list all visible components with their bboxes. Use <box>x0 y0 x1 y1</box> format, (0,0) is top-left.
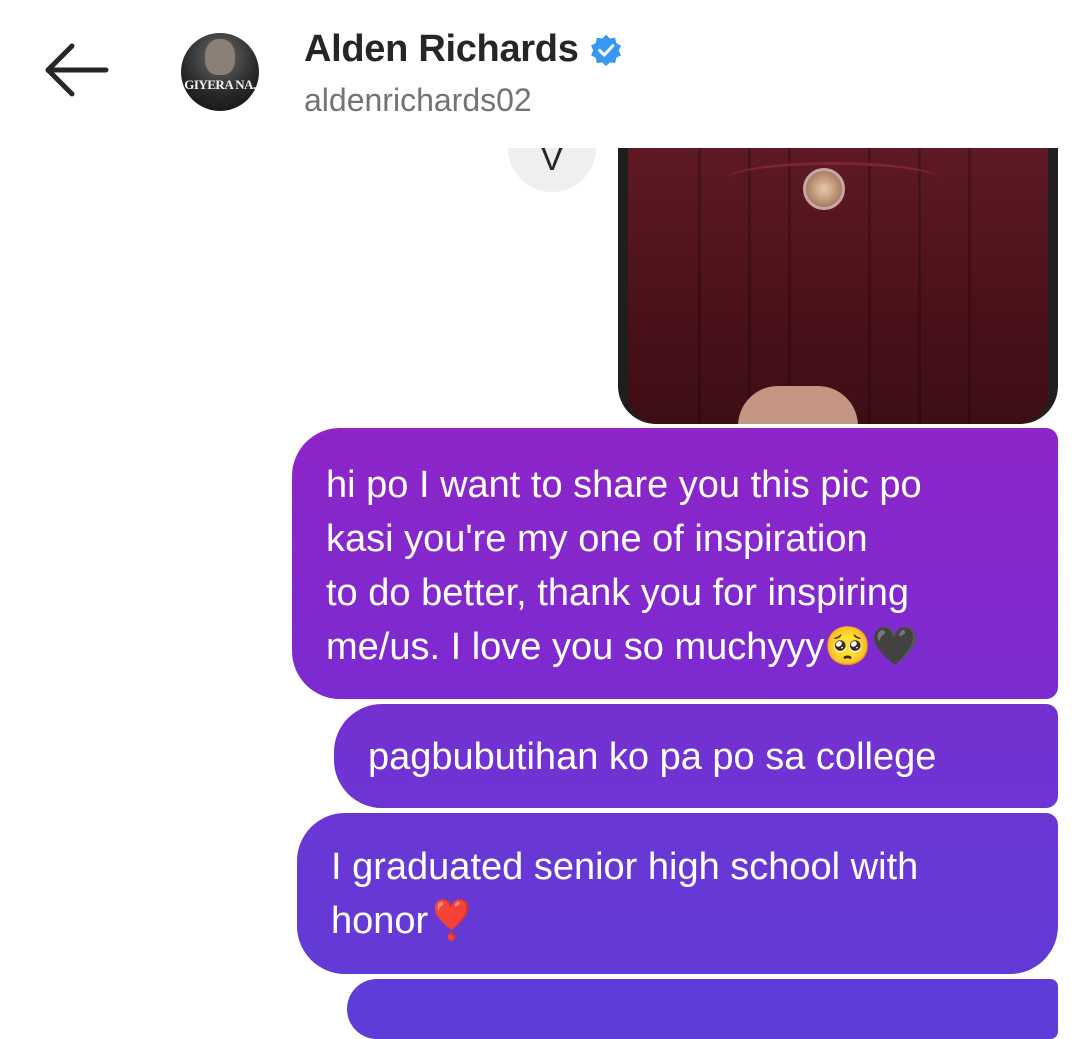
message-line: honor❣️ <box>331 900 476 942</box>
message-bubble[interactable]: hi po I want to share you this pic po ka… <box>292 428 1058 699</box>
contact-handle: aldenrichards02 <box>304 82 532 118</box>
chat-header: GIYERA NA. Alden Richards aldenrichards0… <box>0 0 1080 148</box>
message-line: me/us. I love you so muchyyy🥺🖤 <box>326 626 920 668</box>
shared-photo[interactable] <box>618 148 1058 424</box>
message-bubble[interactable]: I graduated senior high school with hono… <box>297 813 1058 974</box>
avatar-caption: GIYERA NA. <box>184 77 256 92</box>
message-line: to do better, thank you for inspiring <box>326 572 910 614</box>
message-bubble[interactable]: pagbubutihan ko pa po sa college <box>334 704 1058 808</box>
message-line: I graduated senior high school with <box>331 846 919 888</box>
message-bubble-partial[interactable] <box>347 979 1058 1039</box>
medal <box>803 168 845 210</box>
back-button[interactable] <box>42 40 112 100</box>
contact-name-row[interactable]: Alden Richards <box>304 28 623 71</box>
verified-badge-icon <box>590 34 621 66</box>
message-line: pagbubutihan ko pa po sa college <box>368 736 937 778</box>
message-line: kasi you're my one of inspiration <box>326 518 868 560</box>
arrow-left-icon <box>45 43 109 97</box>
message-line: hi po I want to share you this pic po <box>326 464 922 506</box>
contact-name: Alden Richards <box>304 28 579 70</box>
avatar-face <box>205 39 235 75</box>
avatar[interactable]: GIYERA NA. <box>181 33 259 111</box>
photo-gown <box>628 148 1048 424</box>
